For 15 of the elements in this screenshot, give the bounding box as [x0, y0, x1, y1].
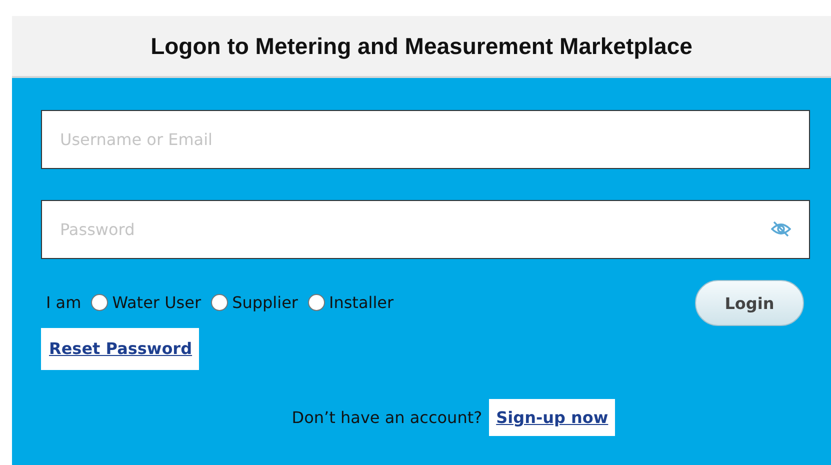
- username-field[interactable]: Username or Email: [41, 110, 810, 169]
- role-label: I am: [46, 293, 82, 312]
- page-title: Logon to Metering and Measurement Marketplace: [150, 32, 692, 60]
- eye-slash-icon[interactable]: [771, 221, 791, 237]
- radio-label[interactable]: Water User: [112, 293, 202, 312]
- radio-button[interactable]: [91, 294, 108, 311]
- signup-prompt: Don’t have an account?: [292, 408, 482, 427]
- password-field[interactable]: Password: [41, 200, 810, 259]
- radio-label[interactable]: Installer: [328, 293, 394, 312]
- radio-label[interactable]: Supplier: [232, 293, 298, 312]
- radio-button[interactable]: [308, 294, 325, 311]
- reset-password-link[interactable]: Reset Password: [41, 328, 200, 370]
- signup-link[interactable]: Sign-up now: [489, 399, 616, 436]
- login-button[interactable]: Login: [695, 280, 804, 326]
- radio-button[interactable]: [211, 294, 228, 311]
